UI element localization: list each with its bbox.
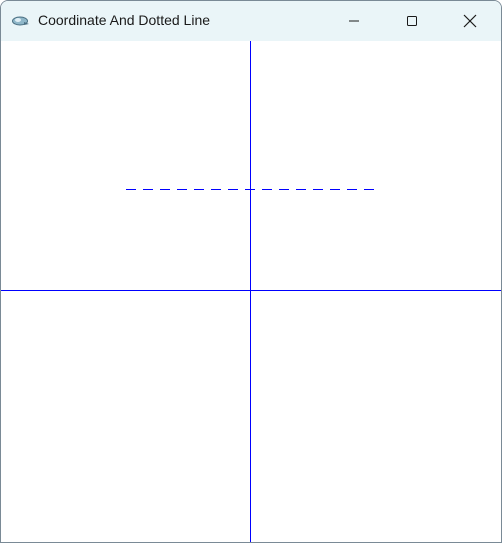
minimize-icon [348, 15, 360, 27]
app-icon [12, 14, 30, 28]
canvas-svg [1, 41, 501, 542]
app-window: Coordinate And Dotted Line [0, 0, 502, 543]
drawing-canvas [1, 41, 501, 542]
close-icon [463, 14, 477, 28]
window-title: Coordinate And Dotted Line [38, 12, 211, 28]
title-bar[interactable]: Coordinate And Dotted Line [1, 1, 501, 41]
maximize-button[interactable] [389, 1, 435, 41]
close-button[interactable] [447, 1, 493, 41]
minimize-button[interactable] [331, 1, 377, 41]
maximize-icon [406, 15, 418, 27]
